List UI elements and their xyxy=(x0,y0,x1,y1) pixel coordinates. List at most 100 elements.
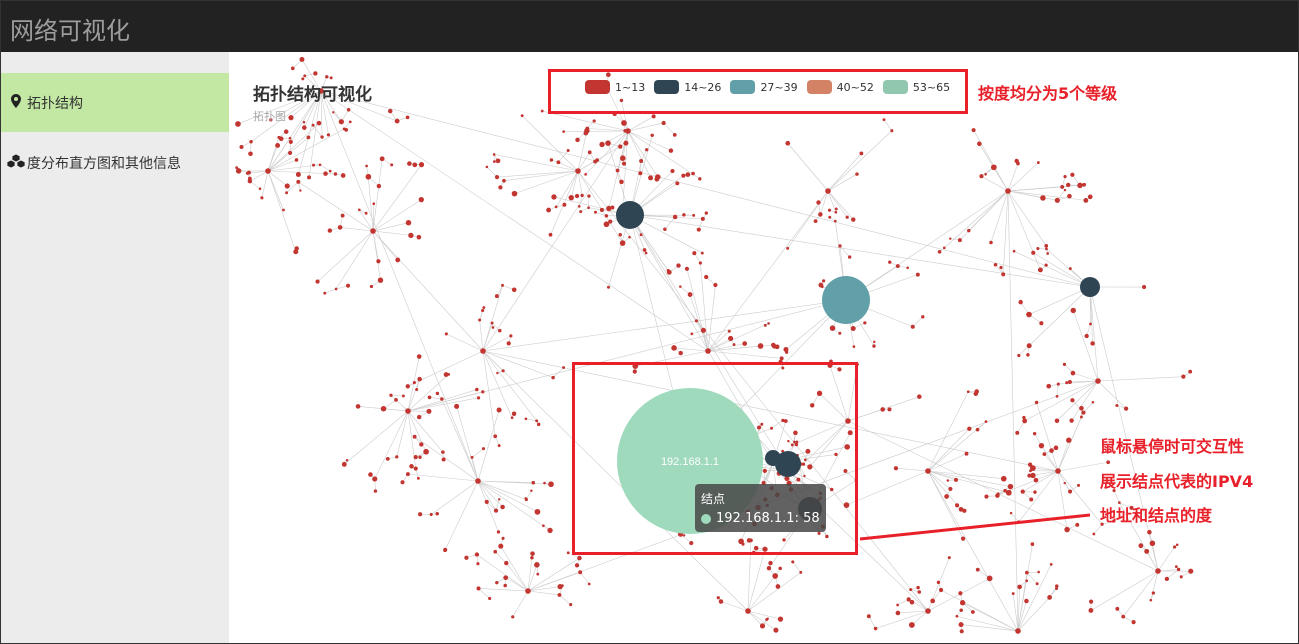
graph-node xyxy=(895,610,901,616)
graph-node xyxy=(484,499,489,505)
graph-node xyxy=(705,348,711,354)
graph-node xyxy=(340,173,346,178)
graph-node xyxy=(326,133,331,137)
graph-node xyxy=(949,237,952,240)
graph-node xyxy=(648,175,654,181)
graph-node xyxy=(348,120,352,124)
graph-node xyxy=(1070,307,1076,314)
graph-node xyxy=(666,268,670,273)
graph-node xyxy=(880,407,885,412)
graph-node xyxy=(1090,341,1095,346)
graph-node xyxy=(548,232,553,237)
graph-node xyxy=(1039,321,1044,326)
graph-node xyxy=(882,118,886,122)
graph-node xyxy=(511,615,515,619)
tooltip-color-dot xyxy=(701,513,711,524)
graph-node xyxy=(1027,473,1032,478)
graph-node xyxy=(696,227,701,232)
graph-node xyxy=(358,208,361,212)
graph-node xyxy=(1015,430,1020,435)
graph-node xyxy=(511,411,517,417)
graph-node xyxy=(859,151,864,156)
graph-node xyxy=(417,512,423,517)
graph-node xyxy=(592,119,596,123)
graph-node xyxy=(500,504,505,510)
graph-node xyxy=(1069,418,1074,423)
graph-node xyxy=(872,344,876,348)
graph-node xyxy=(1179,575,1183,579)
graph-node xyxy=(511,190,518,197)
graph-node xyxy=(485,165,489,169)
graph-node xyxy=(492,160,496,163)
graph-node xyxy=(1027,462,1033,467)
graph-node xyxy=(599,141,605,148)
graph-node xyxy=(1070,398,1075,403)
graph-node xyxy=(574,193,580,199)
graph-node xyxy=(1029,469,1032,473)
graph-node xyxy=(766,617,769,620)
graph-node xyxy=(551,194,557,200)
graph-node xyxy=(493,434,498,439)
graph-node xyxy=(583,130,589,136)
graph-node xyxy=(494,175,500,180)
graph-node xyxy=(618,233,622,237)
graph-node xyxy=(1065,381,1069,385)
graph-node xyxy=(524,497,527,500)
graph-node xyxy=(1017,584,1022,590)
graph-node xyxy=(299,189,302,192)
graph-node xyxy=(986,575,993,582)
graph-node xyxy=(605,140,611,146)
graph-node xyxy=(851,217,856,222)
top-navbar: 网络可视化 xyxy=(1,1,1298,52)
graph-node xyxy=(1055,584,1059,588)
graph-node xyxy=(954,477,959,482)
graph-node xyxy=(501,283,504,287)
graph-node xyxy=(334,287,338,291)
graph-node xyxy=(470,455,474,459)
graph-node xyxy=(506,341,511,346)
graph-node xyxy=(1077,483,1081,487)
graph-node xyxy=(651,114,656,119)
graph-node xyxy=(443,372,449,377)
graph-node xyxy=(427,395,432,400)
sidebar-item-topology[interactable]: 拓扑结构 xyxy=(1,73,229,132)
graph-node xyxy=(395,455,399,459)
graph-node xyxy=(1149,540,1156,547)
graph-node xyxy=(866,614,871,619)
graph-node xyxy=(1026,353,1030,357)
graph-node xyxy=(1037,570,1040,574)
graph-node xyxy=(575,137,580,143)
graph-node xyxy=(984,420,988,423)
graph-node xyxy=(1174,565,1178,569)
legend-annotation: 按度均分为5个等级 xyxy=(978,84,1118,103)
graph-node xyxy=(775,584,781,589)
sidebar-item-degree-distribution[interactable]: 度分布直方图和其他信息 xyxy=(1,133,229,192)
graph-node xyxy=(1038,442,1045,449)
graph-node xyxy=(547,527,553,534)
graph-node xyxy=(239,145,244,150)
graph-node xyxy=(1176,567,1181,572)
graph-node xyxy=(496,371,499,375)
graph-node xyxy=(971,610,975,614)
graph-node xyxy=(1138,543,1144,549)
graph-node xyxy=(475,478,481,484)
graph-node xyxy=(495,158,501,164)
graph-node xyxy=(337,225,343,230)
graph-node xyxy=(1033,490,1037,494)
graph-node xyxy=(401,394,405,398)
graph-node xyxy=(376,259,381,264)
graph-node xyxy=(845,215,849,219)
graph-node xyxy=(488,596,492,601)
graph-node xyxy=(993,262,998,267)
graph-node xyxy=(915,272,920,277)
graph-node xyxy=(625,128,631,134)
graph-node xyxy=(560,584,564,588)
graph-node xyxy=(345,283,351,288)
graph-node xyxy=(503,575,509,581)
app-title[interactable]: 网络可视化 xyxy=(10,11,130,46)
graph-node xyxy=(1031,250,1036,255)
graph-node xyxy=(1144,548,1150,554)
graph-node xyxy=(387,108,393,114)
graph-node xyxy=(275,142,281,148)
graph-node xyxy=(502,178,506,183)
